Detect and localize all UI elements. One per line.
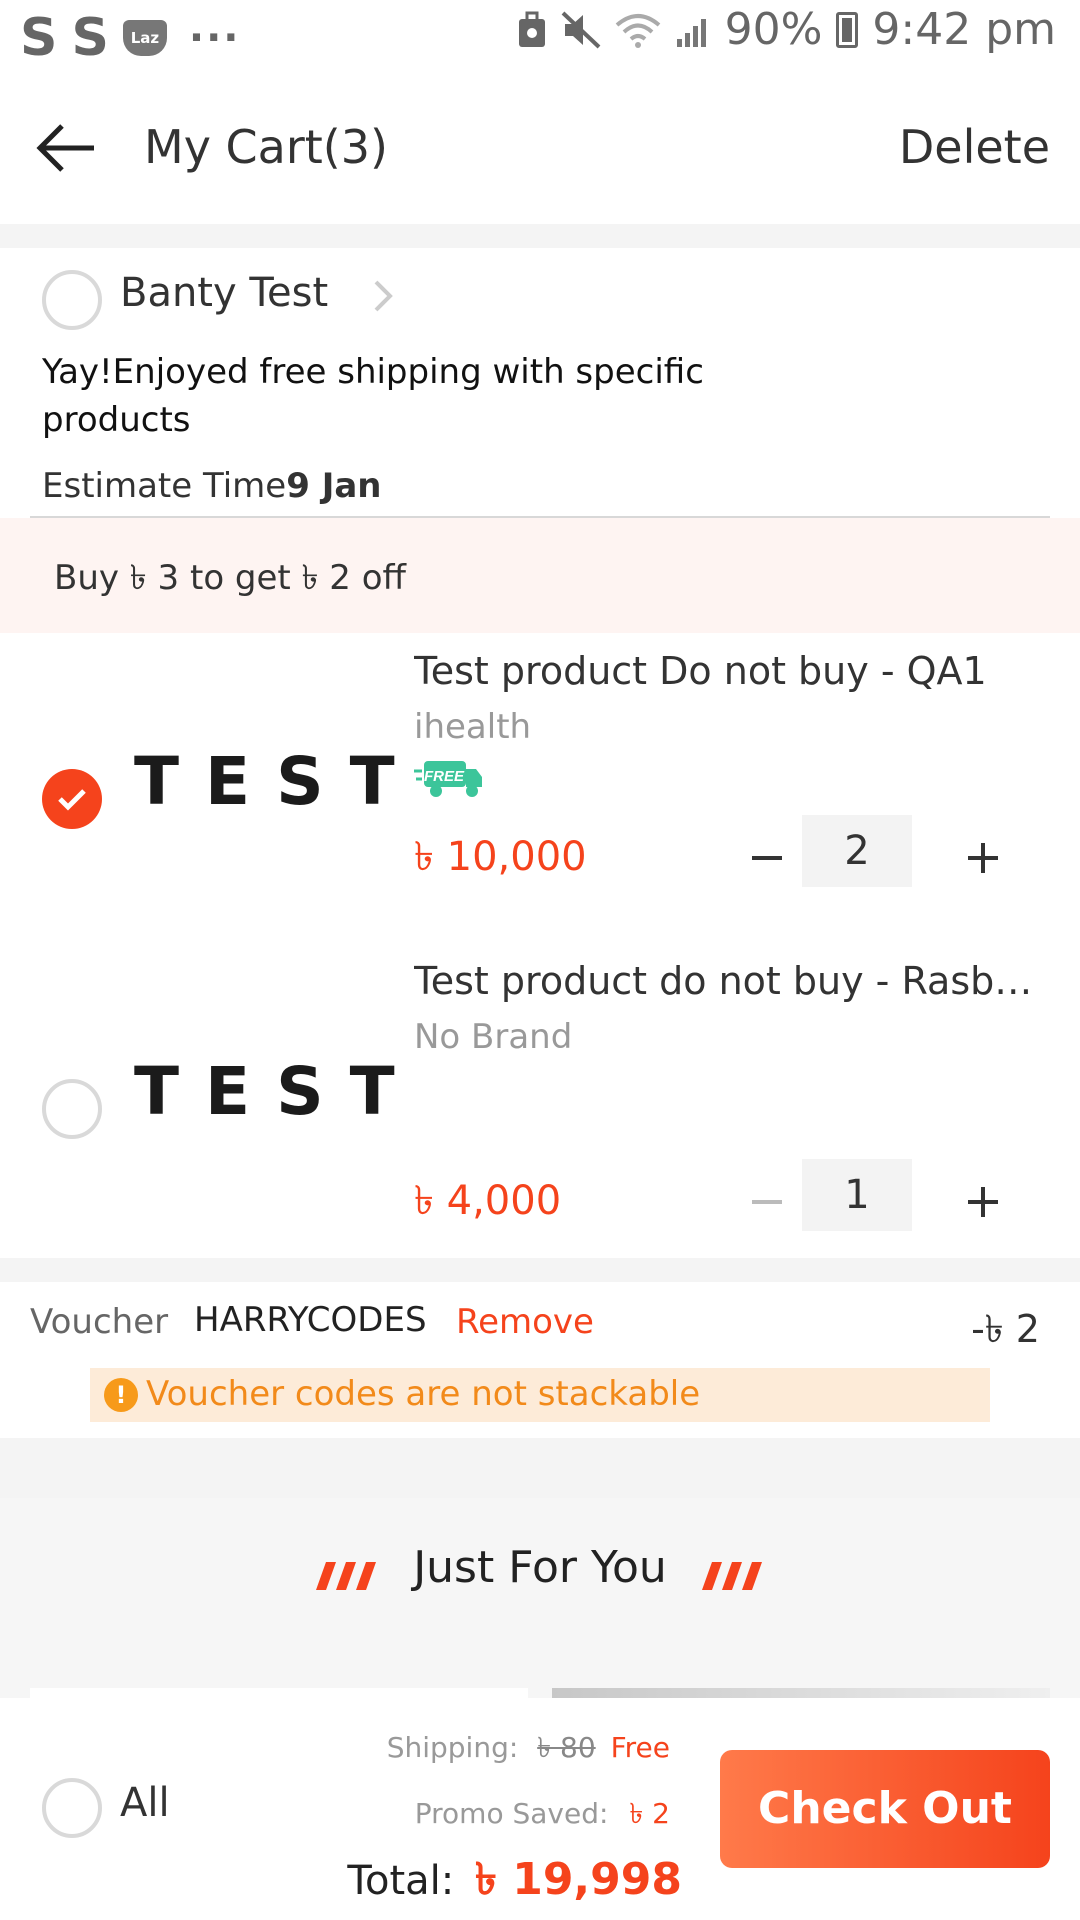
shipping-original-price: ৳ 80 [537,1731,596,1764]
quantity-value[interactable]: 1 [802,1159,912,1231]
checkout-bar: All Shipping: ৳ 80 Free Promo Saved: ৳ 2… [0,1698,1080,1920]
item-select-checkbox[interactable] [42,769,102,829]
shipping-free: Free [610,1731,670,1764]
page-title: My Cart(3) [144,120,388,174]
total-amount: ৳ 19,998 [474,1854,682,1905]
quantity-decrease-button[interactable] [742,1177,792,1227]
free-shipping-truck-icon: FREE [414,761,482,797]
select-all-radio[interactable] [42,1778,102,1838]
decorative-slashes-icon [702,1562,762,1590]
product-brand: ihealth [414,707,532,747]
app-s-icon-2: S [71,8,109,68]
checkmark-icon [58,789,86,811]
product-title[interactable]: Test product Do not buy - QA1 [414,649,1054,693]
remove-voucher-button[interactable]: Remove [456,1302,594,1342]
voucher-code: HARRYCODES [194,1300,427,1340]
app-s-icon: S [20,8,58,68]
estimate-time: Estimate Time9 Jan [42,466,382,506]
product-price: ৳ 10,000 [414,834,587,880]
quantity-increase-button[interactable] [958,1177,1008,1227]
voucher-amount: -৳ 2 [971,1307,1040,1351]
shop-select-radio[interactable] [42,270,102,330]
wifi-icon [615,13,660,48]
product-title[interactable]: Test product do not buy - Rasberry Pi 3 [414,959,1054,1003]
voucher-warning: ! Voucher codes are not stackable [90,1368,990,1422]
select-all-label[interactable]: All [120,1780,170,1826]
item-select-checkbox[interactable] [42,1079,102,1139]
free-shipping-note: Yay!Enjoyed free shipping with specific … [42,352,704,440]
estimate-label: Estimate Time [42,466,287,506]
voucher-warning-text: Voucher codes are not stackable [146,1374,701,1414]
quantity-increase-button[interactable] [958,833,1008,883]
status-left-icons: S S Laz ··· [20,8,241,68]
status-right-icons: 90% 9:42 pm [517,4,1056,55]
voucher-section: Voucher HARRYCODES Remove -৳ 2 ! Voucher… [0,1282,1080,1438]
product-brand: No Brand [414,1017,573,1057]
delete-button[interactable]: Delete [899,120,1050,174]
product-image[interactable]: TEST [134,743,421,820]
voucher-label: Voucher [30,1302,169,1342]
product-image[interactable]: TEST [134,1053,421,1130]
shop-name[interactable]: Banty Test [120,270,328,316]
signal-icon [675,13,711,47]
estimate-value: 9 Jan [286,466,382,506]
shipping-label: Shipping: [386,1731,519,1764]
shop-card: Banty Test Yay!Enjoyed free shipping wit… [0,248,1080,1258]
clock: 9:42 pm [872,4,1056,55]
just-for-you-section: Just For You [0,1498,1080,1708]
promo-saved-label: Promo Saved: [414,1797,609,1830]
promo-saved-amount: ৳ 2 [629,1797,670,1830]
back-arrow-icon[interactable] [34,122,98,174]
total-summary: Total: ৳ 19,998 [347,1846,682,1919]
warning-icon: ! [104,1378,138,1412]
battery-icon [836,11,859,48]
cart-item: TEST Test product Do not buy - QA1 iheal… [0,633,1080,913]
free-badge-text: FREE [424,768,465,785]
chevron-right-icon[interactable] [370,278,396,314]
shipping-summary: Shipping: ৳ 80 Free [387,1726,670,1773]
checkout-button[interactable]: Check Out [720,1750,1050,1868]
battery-percent: 90% [724,4,823,55]
quantity-decrease-button[interactable] [742,833,792,883]
status-bar: S S Laz ··· 90% 9:42 pm [0,0,1080,72]
promo-saved-summary: Promo Saved: ৳ 2 [415,1792,670,1839]
cart-header: My Cart(3) Delete [0,72,1080,224]
mute-icon [561,11,600,48]
product-price: ৳ 4,000 [414,1178,562,1224]
cart-item: TEST Test product do not buy - Rasberry … [0,943,1080,1243]
laz-app-icon: Laz [122,20,167,56]
promo-text: Buy ৳ 3 to get ৳ 2 off [54,558,406,598]
total-label: Total: [347,1858,455,1904]
more-notifications-icon: ··· [188,15,241,61]
promo-banner: Buy ৳ 3 to get ৳ 2 off [0,518,1080,633]
just-for-you-title: Just For You [413,1542,667,1593]
quantity-value[interactable]: 2 [802,815,912,887]
vpn-lock-icon [518,11,545,47]
